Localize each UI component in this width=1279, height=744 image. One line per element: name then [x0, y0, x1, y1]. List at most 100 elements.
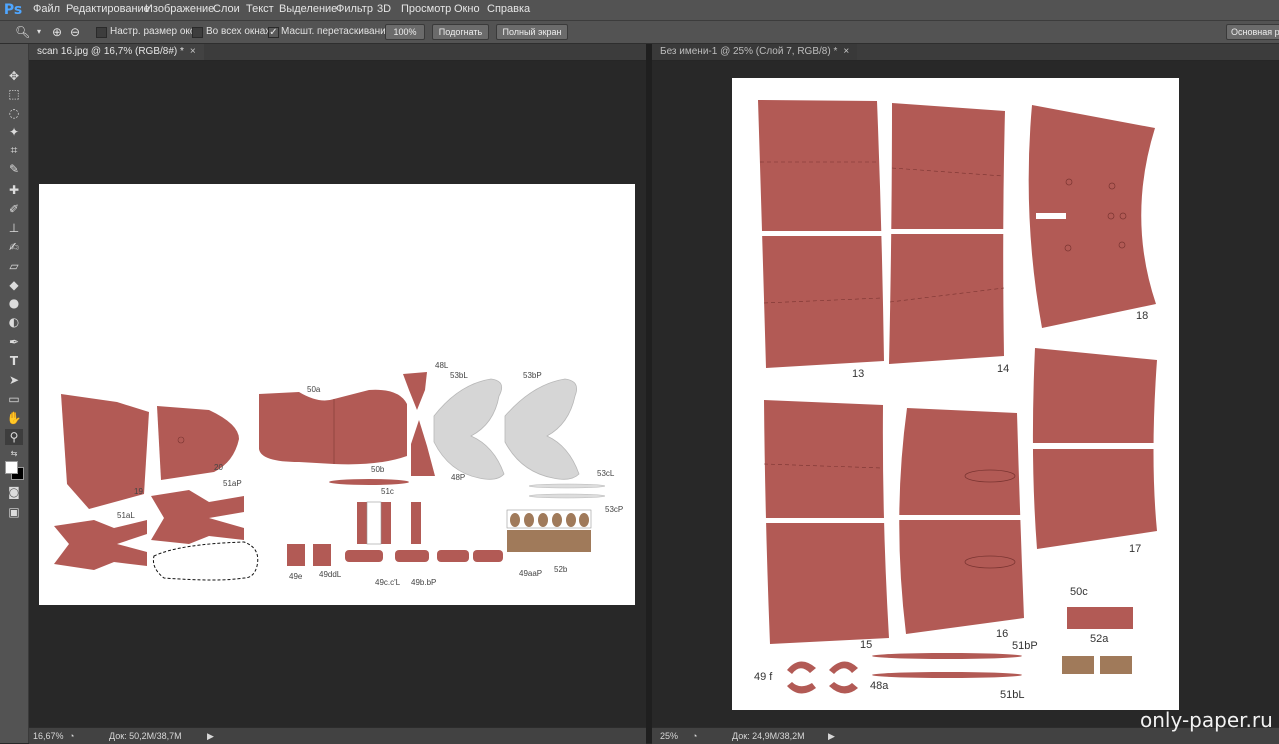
part-50a — [259, 389, 407, 465]
blur-icon[interactable]: ● — [5, 295, 23, 311]
canvas-left[interactable]: 50a 48L 53bL 53bP 20 19 50b 48P 51aP 51c… — [39, 184, 635, 605]
swap-colors-icon[interactable]: ⇆ — [5, 446, 23, 462]
menu-layers[interactable]: Слои — [213, 3, 240, 15]
menu-filter[interactable]: Фильтр — [336, 3, 373, 15]
menu-edit[interactable]: Редактирование — [66, 3, 150, 15]
label-52a: 52a — [1090, 633, 1109, 645]
clone-stamp-icon[interactable]: ⊥ — [5, 220, 23, 236]
path-select-icon[interactable]: ➤ — [5, 372, 23, 388]
part-48P — [411, 420, 435, 476]
status-options-icon[interactable]: ◔ — [692, 731, 697, 741]
tooth — [538, 513, 548, 527]
part-51aL — [54, 520, 147, 570]
status-options-icon[interactable]: ◔ — [69, 731, 74, 741]
pen-icon[interactable]: ✒ — [5, 334, 23, 350]
options-bar: 🔍︎ ▾ ⊕ ⊖ Настр. размер окон Во всех окна… — [0, 21, 1279, 44]
part-51bL — [872, 672, 1022, 678]
quick-mask-icon[interactable]: ◙ — [5, 484, 23, 500]
zoom-icon[interactable]: ⚲ — [5, 429, 23, 445]
tab-untitled-1[interactable]: Без имени-1 @ 25% (Слой 7, RGB/8) * × — [652, 44, 858, 60]
document-window-right[interactable]: Без имени-1 @ 25% (Слой 7, RGB/8) * × 13… — [652, 44, 1279, 744]
part-50c — [1067, 607, 1133, 629]
label-53cP: 53cP — [605, 505, 623, 514]
status-menu-arrow-icon[interactable]: ▶ — [828, 731, 835, 742]
part-49f-2 — [829, 661, 858, 674]
history-brush-icon[interactable]: ✍ — [5, 239, 23, 255]
screen-mode-icon[interactable]: ▣ — [5, 504, 23, 520]
dodge-icon[interactable]: ◐ — [5, 314, 23, 330]
close-icon[interactable]: × — [190, 46, 196, 57]
zoom-level[interactable]: 25% — [660, 731, 678, 741]
tab-scan16[interactable]: scan 16.jpg @ 16,7% (RGB/8#) * × — [29, 44, 204, 60]
menu-3d[interactable]: 3D — [377, 3, 391, 15]
chevron-down-icon[interactable]: ▾ — [32, 25, 46, 39]
menu-image[interactable]: Изображение — [145, 3, 214, 15]
part-51c-right — [411, 502, 421, 544]
part-49ddL — [313, 544, 331, 566]
magic-wand-icon[interactable]: ✦ — [5, 124, 23, 140]
part-49f-1 — [787, 661, 816, 674]
zoom-out-icon[interactable]: ⊖ — [68, 25, 82, 39]
part-49e — [287, 544, 305, 566]
all-windows-label: Во всех окнах — [206, 26, 271, 37]
part-51c-left — [357, 502, 367, 544]
menu-view[interactable]: Просмотр — [401, 3, 451, 15]
close-icon[interactable]: × — [843, 46, 849, 57]
label-51aP: 51aP — [223, 479, 242, 488]
shape-icon[interactable]: ▭ — [5, 391, 23, 407]
status-menu-arrow-icon[interactable]: ▶ — [207, 731, 214, 742]
document-window-left[interactable]: scan 16.jpg @ 16,7% (RGB/8#) * × 50a 48L… — [29, 44, 646, 744]
marquee-icon[interactable]: ⬚ — [5, 86, 23, 102]
resize-windows-label: Настр. размер окон — [110, 26, 201, 37]
tooth — [524, 513, 534, 527]
resize-windows-checkbox[interactable] — [96, 27, 107, 38]
menu-bar: Ps Файл Редактирование Изображение Слои … — [0, 0, 1279, 21]
fit-screen-button[interactable]: Подогнать — [432, 24, 489, 40]
healing-brush-icon[interactable]: ✚ — [5, 182, 23, 198]
canvas-right[interactable]: 13 14 18 15 16 17 50c 52a 51bP 51bL 49 f… — [732, 78, 1179, 710]
label-19: 19 — [134, 487, 143, 496]
brush-icon[interactable]: ✐ — [5, 201, 23, 217]
part-48a-2 — [829, 682, 858, 694]
label-49f: 49 f — [754, 671, 773, 683]
part-49bbP-1 — [395, 550, 429, 562]
zoom-100-button[interactable]: 100% — [385, 24, 425, 40]
menu-help[interactable]: Справка — [487, 3, 530, 15]
part-49ccL-1 — [345, 550, 383, 562]
part-51c-inner — [366, 501, 382, 545]
lasso-icon[interactable]: ◌ — [5, 105, 23, 121]
label-18: 18 — [1136, 310, 1148, 322]
label-53bL: 53bL — [450, 371, 468, 380]
move-icon[interactable]: ✥ — [5, 68, 23, 84]
part-53bL — [433, 378, 505, 480]
photoshop-logo: Ps — [3, 2, 23, 18]
zoom-tool-preset-icon[interactable]: 🔍︎ — [15, 25, 30, 39]
tooth — [552, 513, 562, 527]
menu-file[interactable]: Файл — [33, 3, 60, 15]
paint-bucket-icon[interactable]: ◆ — [5, 277, 23, 293]
label-48L: 48L — [435, 361, 449, 370]
fill-screen-button[interactable]: Полный экран — [496, 24, 568, 40]
tab-title: scan 16.jpg @ 16,7% (RGB/8#) * — [37, 46, 184, 57]
zoom-level[interactable]: 16,67% — [33, 731, 64, 741]
zoom-in-icon[interactable]: ⊕ — [50, 25, 64, 39]
label-48a: 48a — [870, 680, 889, 692]
tab-strip-left: scan 16.jpg @ 16,7% (RGB/8#) * × — [29, 44, 646, 61]
type-icon[interactable]: T — [5, 353, 23, 369]
crop-icon[interactable]: ⌗ — [5, 142, 23, 158]
tab-strip-right: Без имени-1 @ 25% (Слой 7, RGB/8) * × — [652, 44, 1279, 61]
menu-window[interactable]: Окно — [454, 3, 480, 15]
scrubby-zoom-checkbox[interactable]: ✓ — [268, 27, 279, 38]
menu-type[interactable]: Текст — [246, 3, 274, 15]
document-size: Док: 24,9M/38,2M — [732, 731, 805, 741]
eyedropper-icon[interactable]: ✎ — [5, 161, 23, 177]
hand-icon[interactable]: ✋ — [5, 410, 23, 426]
part-53cL — [528, 483, 606, 489]
part-cutout-outline — [153, 541, 259, 581]
eraser-icon[interactable]: ▱ — [5, 258, 23, 274]
part-52b-strip — [507, 530, 591, 552]
menu-select[interactable]: Выделение — [279, 3, 337, 15]
foreground-color-swatch[interactable] — [5, 461, 18, 474]
all-windows-checkbox[interactable] — [192, 27, 203, 38]
workspace-switcher[interactable]: Основная ра — [1226, 24, 1279, 40]
